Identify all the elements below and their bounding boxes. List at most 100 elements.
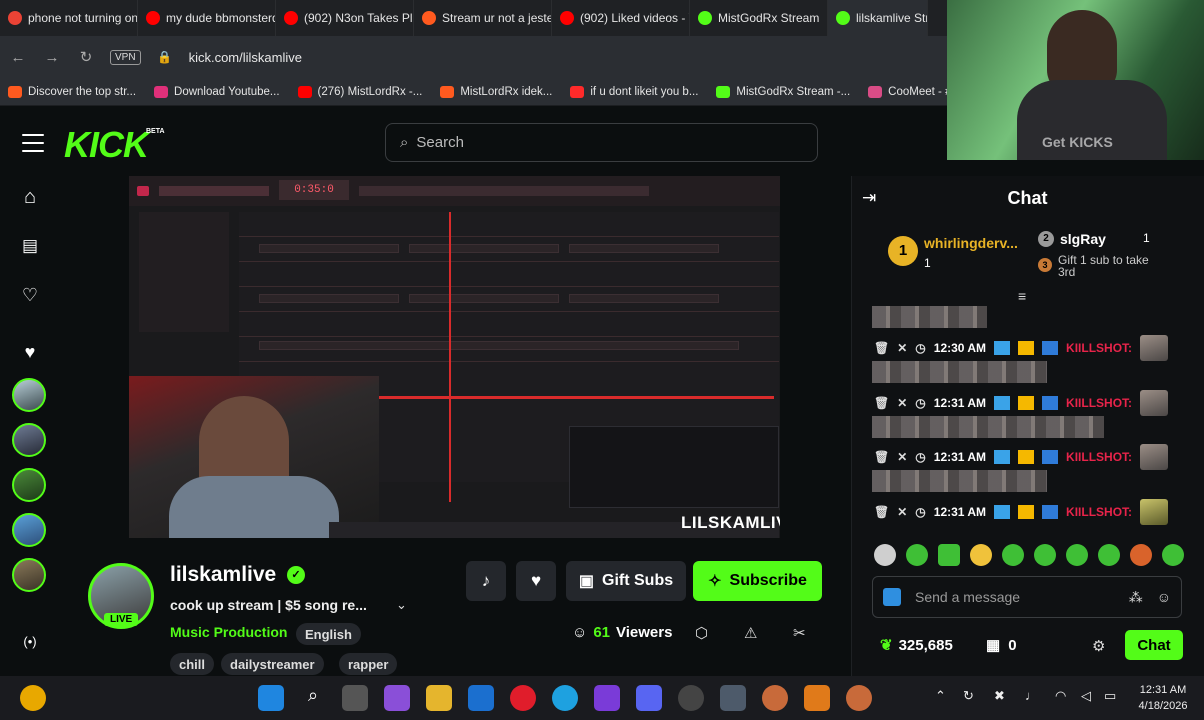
search-icon[interactable]: ⌕ bbox=[300, 685, 326, 711]
app-icon[interactable] bbox=[678, 685, 704, 711]
followed-channel-avatar[interactable] bbox=[12, 378, 46, 412]
timeout-icon[interactable]: ◷ bbox=[915, 450, 925, 464]
trash-icon[interactable]: 🗑 bbox=[874, 505, 889, 519]
followed-channel-avatar[interactable] bbox=[12, 423, 46, 457]
chevron-up-icon[interactable]: ⌃ bbox=[935, 688, 946, 704]
emoji-picker-icon[interactable]: ☺ bbox=[1157, 589, 1171, 605]
notification-bell-button[interactable]: ♪ bbox=[466, 561, 506, 601]
ban-icon[interactable]: ✕ bbox=[897, 341, 907, 355]
emote-icon[interactable] bbox=[1066, 544, 1088, 566]
chat-username[interactable]: KIILLSHOT: bbox=[1066, 450, 1132, 464]
command-icon[interactable]: ⁂ bbox=[1129, 589, 1143, 606]
camera-app-icon[interactable] bbox=[720, 685, 746, 711]
back-icon[interactable]: ← bbox=[8, 49, 28, 66]
leaderboard-name-2[interactable]: slgRay bbox=[1060, 231, 1106, 247]
share-icon[interactable]: ⬡ bbox=[695, 624, 708, 642]
app-icon[interactable] bbox=[846, 685, 872, 711]
tray-app-icon[interactable]: ✖ bbox=[994, 688, 1005, 704]
battery-icon[interactable]: ▭ bbox=[1104, 688, 1116, 704]
emote-icon[interactable] bbox=[970, 544, 992, 566]
browser-tab[interactable]: MistGodRx Stream bbox=[690, 0, 828, 36]
send-chat-button[interactable]: Chat bbox=[1125, 630, 1183, 660]
channel-points[interactable]: ❦ 325,685 bbox=[880, 636, 953, 655]
discord-icon[interactable] bbox=[636, 685, 662, 711]
app-icon[interactable] bbox=[594, 685, 620, 711]
bookmark[interactable]: MistGodRx Stream -... bbox=[716, 85, 850, 98]
browser-tab[interactable]: Stream ur not a jester bbox=[414, 0, 552, 36]
followed-channel-avatar[interactable] bbox=[12, 468, 46, 502]
trash-icon[interactable]: 🗑 bbox=[874, 396, 889, 410]
browser-tab[interactable]: phone not turning on bbox=[0, 0, 138, 36]
followed-channel-avatar[interactable] bbox=[12, 513, 46, 547]
emote-icon[interactable] bbox=[1034, 544, 1056, 566]
gear-icon[interactable]: ⚙ bbox=[1092, 637, 1105, 655]
chat-username[interactable]: KIILLSHOT: bbox=[1066, 505, 1132, 519]
leaderboard-name-1[interactable]: whirlingderv... bbox=[924, 235, 1018, 251]
video-player[interactable]: 0:35:0 LILSKAMLIVE bbox=[129, 176, 780, 538]
home-icon[interactable]: ⌂ bbox=[18, 186, 42, 209]
browser-tab[interactable]: (902) N3on Takes Play bbox=[276, 0, 414, 36]
task-view-icon[interactable] bbox=[342, 685, 368, 711]
browser-tab[interactable]: (902) Liked videos - Y bbox=[552, 0, 690, 36]
language-tag[interactable]: English bbox=[296, 623, 361, 645]
file-explorer-icon[interactable] bbox=[426, 685, 452, 711]
opera-icon[interactable] bbox=[510, 685, 536, 711]
chat-username[interactable]: KIILLSHOT: bbox=[1066, 396, 1132, 410]
lock-icon[interactable]: 🔒 bbox=[155, 50, 175, 64]
copilot-icon[interactable] bbox=[384, 685, 410, 711]
kick-logo[interactable]: KICK bbox=[64, 124, 149, 166]
reload-icon[interactable]: ↻ bbox=[76, 48, 96, 66]
tray-app-icon[interactable]: ↻ bbox=[963, 688, 974, 704]
forward-icon[interactable]: → bbox=[42, 49, 62, 66]
edge-icon[interactable] bbox=[552, 685, 578, 711]
trash-icon[interactable]: 🗑 bbox=[874, 450, 889, 464]
bookmark[interactable]: Download Youtube... bbox=[154, 85, 280, 98]
stream-category[interactable]: Music Production bbox=[170, 624, 287, 640]
clip-icon[interactable]: ✂ bbox=[793, 624, 806, 642]
timeout-icon[interactable]: ◷ bbox=[915, 396, 925, 410]
channel-name[interactable]: lilskamlive bbox=[170, 563, 276, 587]
system-clock[interactable]: 12:31 AM 4/18/2026 bbox=[1128, 682, 1198, 714]
browser-tab[interactable]: lilskamlive Stream bbox=[828, 0, 928, 36]
vpn-badge[interactable]: VPN bbox=[110, 49, 141, 65]
bookmark[interactable]: (276) MistLordRx -... bbox=[297, 85, 422, 98]
url-field[interactable]: kick.com/lilskamlive bbox=[189, 50, 302, 65]
emote-icon[interactable] bbox=[1162, 544, 1184, 566]
mail-icon[interactable] bbox=[468, 685, 494, 711]
browse-icon[interactable]: ▤ bbox=[18, 236, 42, 256]
emote-icon[interactable] bbox=[874, 544, 896, 566]
volume-icon[interactable]: ◁ bbox=[1081, 688, 1091, 704]
chat-username[interactable]: KIILLSHOT: bbox=[1066, 341, 1132, 355]
timeout-icon[interactable]: ◷ bbox=[915, 505, 925, 519]
ban-icon[interactable]: ✕ bbox=[897, 505, 907, 519]
timeout-icon[interactable]: ◷ bbox=[915, 341, 925, 355]
emote-icon[interactable] bbox=[1098, 544, 1120, 566]
browser-tab[interactable]: my dude bbmonsterd bbox=[138, 0, 276, 36]
tag-dailystreamer[interactable]: dailystreamer bbox=[221, 653, 324, 675]
bookmark[interactable]: MistLordRx idek... bbox=[440, 85, 552, 98]
follow-button[interactable]: ♥ bbox=[516, 561, 556, 601]
search-input[interactable]: ⌕ Search bbox=[385, 123, 818, 162]
app-icon[interactable] bbox=[20, 685, 46, 711]
gift-subs-button[interactable]: ▣ Gift Subs bbox=[566, 561, 686, 601]
trash-icon[interactable]: 🗑 bbox=[874, 341, 889, 355]
pinned-toggle-icon[interactable]: ≡ bbox=[1018, 288, 1026, 304]
following-icon[interactable]: ♡ bbox=[18, 285, 42, 306]
bookmark[interactable]: Discover the top str... bbox=[8, 85, 136, 98]
emote-icon[interactable] bbox=[1130, 544, 1152, 566]
drops[interactable]: ▦ 0 bbox=[986, 636, 1017, 655]
chevron-down-icon[interactable]: ⌄ bbox=[396, 597, 407, 613]
microphone-icon[interactable]: ♩ bbox=[1025, 688, 1038, 703]
ban-icon[interactable]: ✕ bbox=[897, 396, 907, 410]
subscribe-button[interactable]: ✧ Subscribe bbox=[693, 561, 822, 601]
wifi-icon[interactable]: ◠ bbox=[1055, 688, 1066, 704]
emote-icon[interactable] bbox=[906, 544, 928, 566]
app-icon[interactable] bbox=[762, 685, 788, 711]
menu-icon[interactable] bbox=[22, 134, 44, 152]
emote-icon[interactable] bbox=[938, 544, 960, 566]
tag-chill[interactable]: chill bbox=[170, 653, 215, 675]
report-icon[interactable]: ⚠ bbox=[744, 624, 757, 642]
bookmark[interactable]: if u dont likeit you b... bbox=[570, 85, 698, 98]
windows-start-icon[interactable] bbox=[258, 685, 284, 711]
chat-input[interactable]: Send a message ⁂ ☺ bbox=[872, 576, 1182, 618]
